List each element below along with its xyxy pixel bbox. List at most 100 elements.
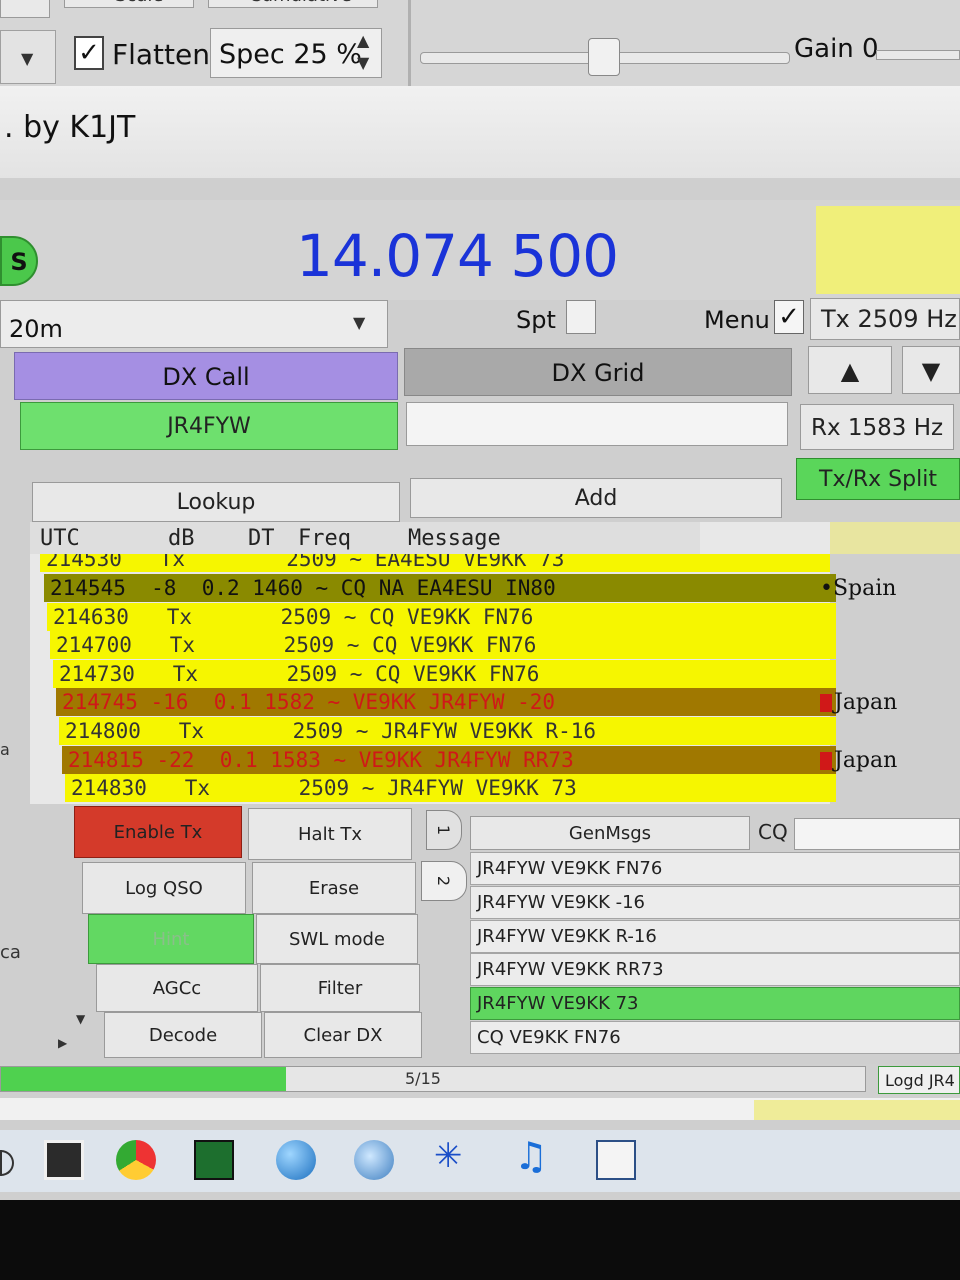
lookup-button[interactable]: Lookup [32, 482, 400, 522]
folder-icon[interactable] [44, 1140, 84, 1180]
decode-button[interactable]: Decode [104, 1012, 262, 1058]
band-select[interactable]: 20m ▼ [0, 300, 388, 348]
spin-down-icon[interactable]: ▼ [357, 53, 369, 72]
band-value: 20m [9, 315, 63, 343]
slider-handle[interactable] [588, 38, 620, 76]
table-row[interactable]: 214700 Tx 2509 ~ CQ VE9KK FN76 [50, 631, 836, 660]
col-message: Message [408, 526, 501, 551]
spt-label: Spt [516, 306, 556, 334]
country-label: •Spain [820, 576, 896, 601]
col-dt: DT [248, 526, 275, 551]
progress-fill [1, 1067, 287, 1091]
spin-up-icon[interactable]: ▲ [357, 31, 369, 50]
table-row-partial[interactable]: 214530 Tx 2509 ~ EA4ESU VE9KK 73 [40, 554, 830, 572]
cq-input[interactable] [794, 818, 960, 850]
filter-button[interactable]: Filter [260, 964, 420, 1012]
genmsgs-button[interactable]: GenMsgs [470, 816, 750, 850]
chevron-down-icon: ▼ [21, 49, 34, 68]
table-row[interactable]: 214730 Tx 2509 ~ CQ VE9KK FN76 [53, 659, 836, 688]
dx-grid-input[interactable] [406, 402, 788, 446]
gain-label: Gain 0 [794, 34, 879, 64]
country-text: •Spain [820, 576, 897, 601]
country-label: Japan [820, 690, 897, 715]
dx-grid-label: DX Grid [404, 348, 792, 396]
toolbar-divider [408, 0, 411, 86]
bottom-yellow [754, 1100, 960, 1120]
flatten-checkbox[interactable]: ✓ [74, 36, 104, 70]
dx-call-label: DX Call [14, 352, 398, 400]
screen: Scale Cumulative ▼ ✓ Flatten Spec 25 % ▲… [0, 0, 960, 1200]
red-marker-icon [820, 694, 832, 713]
col-db: dB [168, 526, 195, 551]
dial-frequency: 14.074 500 [296, 222, 619, 290]
tx-message-3[interactable]: JR4FYW VE9KK R-16 [470, 919, 960, 953]
scroll-right-icon[interactable]: ▶ [58, 1036, 78, 1056]
erase-button[interactable]: Erase [252, 862, 416, 914]
side-text: ca [0, 942, 21, 963]
title-bar [0, 86, 960, 178]
progress-text: 5/15 [405, 1069, 441, 1088]
tx-freq-spinbox[interactable]: Tx 2509 Hz [810, 298, 960, 340]
tx-message-5[interactable]: JR4FYW VE9KK 73 [470, 987, 960, 1021]
progress-bar: 5/15 [0, 1066, 866, 1092]
toolbar-box[interactable] [0, 0, 50, 18]
clock-panel [816, 206, 960, 294]
freq-down-button[interactable]: ▼ [902, 346, 960, 394]
col-freq: Freq [298, 526, 351, 551]
red-marker-icon [820, 751, 832, 770]
music-icon[interactable]: ♫ [514, 1134, 548, 1178]
toolbar: Scale Cumulative ▼ ✓ Flatten Spec 25 % ▲… [0, 0, 960, 86]
tab-2[interactable]: 2 [421, 861, 467, 901]
chevron-down-icon: ▼ [353, 313, 366, 332]
menu-label: Menu [704, 306, 770, 334]
table-row[interactable]: 214745 -16 0.1 1582 ~ VE9KK JR4FYW -20 [56, 688, 836, 717]
spt-checkbox[interactable] [566, 300, 596, 334]
country-text: Japan [834, 690, 898, 716]
col-utc: UTC [40, 526, 80, 551]
enable-tx-button[interactable]: Enable Tx [74, 806, 242, 858]
cq-label: CQ [758, 820, 788, 844]
chrome-icon[interactable] [116, 1140, 156, 1180]
scroll-down-icon[interactable]: ▼ [76, 1012, 96, 1034]
wsjt-icon[interactable] [194, 1140, 234, 1180]
spec-spinbox[interactable]: Spec 25 % ▲ ▼ [210, 28, 382, 78]
logged-status: Logd JR4 [878, 1066, 960, 1094]
tx-rx-split-button[interactable]: Tx/Rx Split [796, 458, 960, 500]
star-icon[interactable]: ✳ [434, 1136, 463, 1176]
spec-value: Spec 25 % [219, 39, 362, 70]
dx-call-input[interactable]: JR4FYW [20, 402, 398, 450]
clear-dx-button[interactable]: Clear DX [264, 1012, 422, 1058]
table-row[interactable]: 214815 -22 0.1 1583 ~ VE9KK JR4FYW RR73 [62, 745, 836, 774]
files-icon[interactable] [596, 1140, 636, 1180]
menu-checkbox[interactable]: ✓ [774, 300, 804, 334]
table-row[interactable]: 214830 Tx 2509 ~ JR4FYW VE9KK 73 [65, 774, 836, 803]
cumulative-label: Cumulative [208, 0, 378, 8]
table-header: UTC dB DT Freq Message [30, 522, 700, 554]
country-label: Japan [820, 748, 897, 773]
halt-tx-button[interactable]: Halt Tx [248, 808, 412, 860]
scale-label: Scale [64, 0, 194, 8]
table-row[interactable]: 214800 Tx 2509 ~ JR4FYW VE9KK R-16 [59, 717, 836, 745]
dropdown-box[interactable]: ▼ [0, 30, 56, 84]
country-text: Japan [834, 747, 898, 773]
hint-button[interactable]: Hint [88, 914, 254, 964]
tab-1[interactable]: 1 [426, 810, 462, 850]
rx-freq-spinbox[interactable]: Rx 1583 Hz [800, 404, 954, 450]
tx-message-2[interactable]: JR4FYW VE9KK -16 [470, 885, 960, 919]
table-row[interactable]: 214545 -8 0.2 1460 ~ CQ NA EA4ESU IN80 [44, 574, 836, 602]
network-icon[interactable] [354, 1140, 394, 1180]
flatten-label: Flatten [112, 38, 210, 71]
add-button[interactable]: Add [410, 478, 782, 518]
gain-slider[interactable] [876, 50, 960, 60]
tx-message-1[interactable]: JR4FYW VE9KK FN76 [470, 852, 960, 885]
side-marker: a [0, 740, 10, 759]
log-qso-button[interactable]: Log QSO [82, 862, 246, 914]
freq-up-button[interactable]: ▲ [808, 346, 892, 394]
tx-message-4[interactable]: JR4FYW VE9KK RR73 [470, 953, 960, 987]
swl-mode-button[interactable]: SWL mode [256, 914, 418, 964]
window-title: . by K1JT [4, 110, 136, 145]
agcc-button[interactable]: AGCc [96, 964, 258, 1012]
tx-message-6[interactable]: CQ VE9KK FN76 [470, 1021, 960, 1054]
table-row[interactable]: 214630 Tx 2509 ~ CQ VE9KK FN76 [47, 602, 836, 631]
globe-icon[interactable] [276, 1140, 316, 1180]
